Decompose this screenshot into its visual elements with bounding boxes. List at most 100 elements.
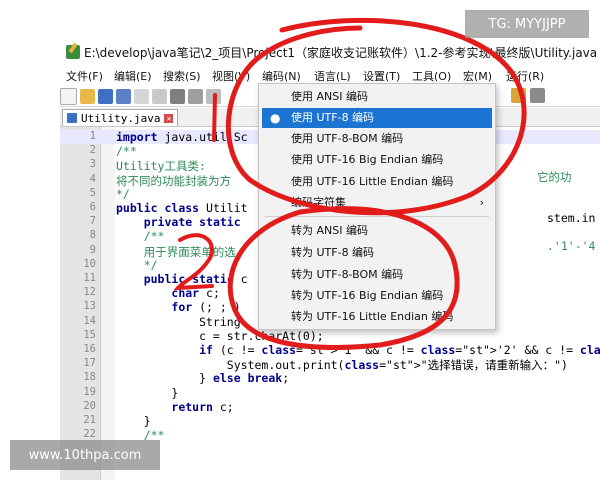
menu-item-label: 使用 ANSI 编码 — [291, 90, 368, 103]
line-number: 19 — [83, 385, 96, 398]
menu-tools[interactable]: 工具(O) — [412, 68, 451, 84]
menu-file[interactable]: 文件(F) — [66, 68, 103, 84]
copy-icon[interactable] — [206, 88, 221, 104]
panel-icon[interactable] — [530, 88, 545, 103]
menu-item-label: 转为 UTF-8-BOM 编码 — [291, 268, 404, 281]
line-number: 12 — [83, 286, 96, 299]
code-text: /** — [116, 229, 165, 244]
cut-icon[interactable] — [188, 88, 203, 104]
save-icon[interactable] — [98, 88, 113, 104]
line9-overflow-text: .'1'-'4 — [547, 239, 596, 253]
menu-settings[interactable]: 设置(T) — [363, 68, 400, 84]
line-number: 11 — [83, 272, 96, 284]
menu-run[interactable]: 运行(R) — [506, 68, 544, 84]
line-number: 15 — [83, 328, 96, 341]
menu-item-convert-ansi[interactable]: 转为 ANSI 编码 — [262, 221, 492, 241]
code-text: /** — [116, 144, 137, 159]
line-number: 14 — [83, 314, 96, 327]
menu-item-convert-utf8-bom[interactable]: 转为 UTF-8-BOM 编码 — [262, 265, 492, 285]
menu-macro[interactable]: 宏(M) — [463, 68, 492, 84]
line-number: 6 — [89, 201, 96, 213]
menu-search[interactable]: 搜索(S) — [163, 68, 201, 84]
menu-item-use-utf8-bom[interactable]: 使用 UTF-8-BOM 编码 — [262, 129, 492, 149]
line-number: 1 — [89, 130, 96, 142]
menu-language[interactable]: 语言(L) — [314, 68, 351, 84]
notepad-app-icon — [66, 45, 80, 59]
tab-label: Utility.java — [81, 111, 161, 125]
file-saved-icon — [67, 113, 77, 123]
code-line: 19 } — [60, 386, 600, 400]
line-number: 7 — [89, 215, 96, 228]
code-line: 16 if (c != class="st">'1' && c != class… — [60, 343, 600, 357]
code-line: 21 } — [60, 414, 600, 428]
window-title: E:\develop\java笔记\2_项目\Project1（家庭收支记账软件… — [84, 45, 598, 60]
menu-item-label: 转为 UTF-16 Little Endian 编码 — [291, 310, 454, 323]
menu-item-label: 转为 UTF-16 Big Endian 编码 — [291, 289, 444, 302]
menu-item-convert-utf16-be[interactable]: 转为 UTF-16 Big Endian 编码 — [262, 286, 492, 306]
menu-item-charset[interactable]: 编码字符集 › — [262, 193, 492, 213]
watermark-telegram: TG: MYYJJPP — [465, 10, 589, 38]
code-text: char c; — [171, 286, 220, 301]
line-number: 3 — [89, 158, 96, 171]
menu-item-label: 编码字符集 — [291, 196, 346, 209]
menu-item-use-utf16-be[interactable]: 使用 UTF-16 Big Endian 编码 — [262, 150, 492, 170]
line-number: 22 — [83, 428, 96, 441]
code-text: public class Utilit — [116, 201, 248, 215]
code-text: return c; — [171, 399, 234, 414]
code-text: } — [116, 385, 179, 400]
code-text: String — [116, 314, 241, 329]
line4-overflow-text: 它的功 — [537, 170, 572, 184]
code-line: 17 System.out.print(class="st">"选择错误，请重新… — [60, 357, 600, 372]
menu-view[interactable]: 视图(V) — [212, 68, 250, 84]
code-text: public static c — [143, 272, 248, 286]
code-line: 20 return c; — [60, 400, 600, 414]
code-text: import java.util.Sc — [116, 130, 248, 144]
line-number: 5 — [89, 186, 96, 199]
menu-separator — [265, 216, 489, 217]
menu-item-use-utf8[interactable]: ● 使用 UTF-8 编码 — [262, 108, 492, 128]
line-number: 16 — [83, 343, 96, 355]
encoding-menu: 使用 ANSI 编码 ● 使用 UTF-8 编码 使用 UTF-8-BOM 编码 … — [258, 83, 496, 330]
menu-item-label: 使用 UTF-8-BOM 编码 — [291, 132, 404, 145]
line-number: 4 — [89, 172, 96, 185]
close-tab-icon[interactable]: ✕ — [164, 113, 174, 123]
menu-encoding[interactable]: 编码(N) — [262, 68, 301, 84]
open-folder-icon[interactable] — [80, 88, 95, 104]
code-text: if (c != class="st">'1' && c != class="s… — [199, 343, 600, 357]
code-line: 15 c = str.charAt(0); — [60, 329, 600, 343]
code-text: } else break; — [116, 371, 290, 386]
tab-utility-java[interactable]: Utility.java ✕ — [62, 109, 179, 126]
line-number: 2 — [89, 144, 96, 157]
menu-item-label: 使用 UTF-16 Little Endian 编码 — [291, 175, 454, 188]
menu-item-convert-utf16-le[interactable]: 转为 UTF-16 Little Endian 编码 — [262, 307, 492, 327]
menu-item-label: 使用 UTF-16 Big Endian 编码 — [291, 153, 444, 166]
code-text: */ — [116, 186, 130, 201]
line-number: 20 — [83, 399, 96, 412]
close-file-icon[interactable] — [134, 88, 149, 104]
close-all-icon[interactable] — [152, 88, 167, 104]
code-text: } — [116, 414, 151, 428]
menu-item-label: 使用 UTF-8 编码 — [291, 111, 375, 124]
menu-item-label: 转为 UTF-8 编码 — [291, 246, 375, 259]
save-all-icon[interactable] — [116, 88, 131, 104]
macro-icon[interactable] — [511, 88, 526, 103]
line-number: 17 — [83, 357, 96, 370]
line-number: 18 — [83, 371, 96, 384]
code-text: */ — [116, 257, 158, 272]
title-bar: E:\develop\java笔记\2_项目\Project1（家庭收支记账软件… — [0, 40, 600, 64]
line-number: 9 — [89, 243, 96, 256]
menu-item-use-utf16-le[interactable]: 使用 UTF-16 Little Endian 编码 — [262, 172, 492, 192]
menu-item-convert-utf8[interactable]: 转为 UTF-8 编码 — [262, 243, 492, 263]
submenu-arrow-icon: › — [479, 196, 484, 209]
line-number: 10 — [83, 257, 96, 270]
line-number: 13 — [83, 300, 96, 313]
code-text: for (; ; ) — [171, 300, 241, 315]
line-number: 21 — [83, 414, 96, 426]
menu-item-use-ansi[interactable]: 使用 ANSI 编码 — [262, 87, 492, 107]
menu-item-label: 转为 ANSI 编码 — [291, 224, 368, 237]
print-icon[interactable] — [170, 88, 185, 104]
code-text: c = str.charAt(0); — [116, 328, 324, 343]
line7-overflow-text: stem.in — [547, 211, 596, 225]
new-file-icon[interactable] — [60, 87, 77, 105]
menu-edit[interactable]: 编辑(E) — [114, 68, 152, 84]
